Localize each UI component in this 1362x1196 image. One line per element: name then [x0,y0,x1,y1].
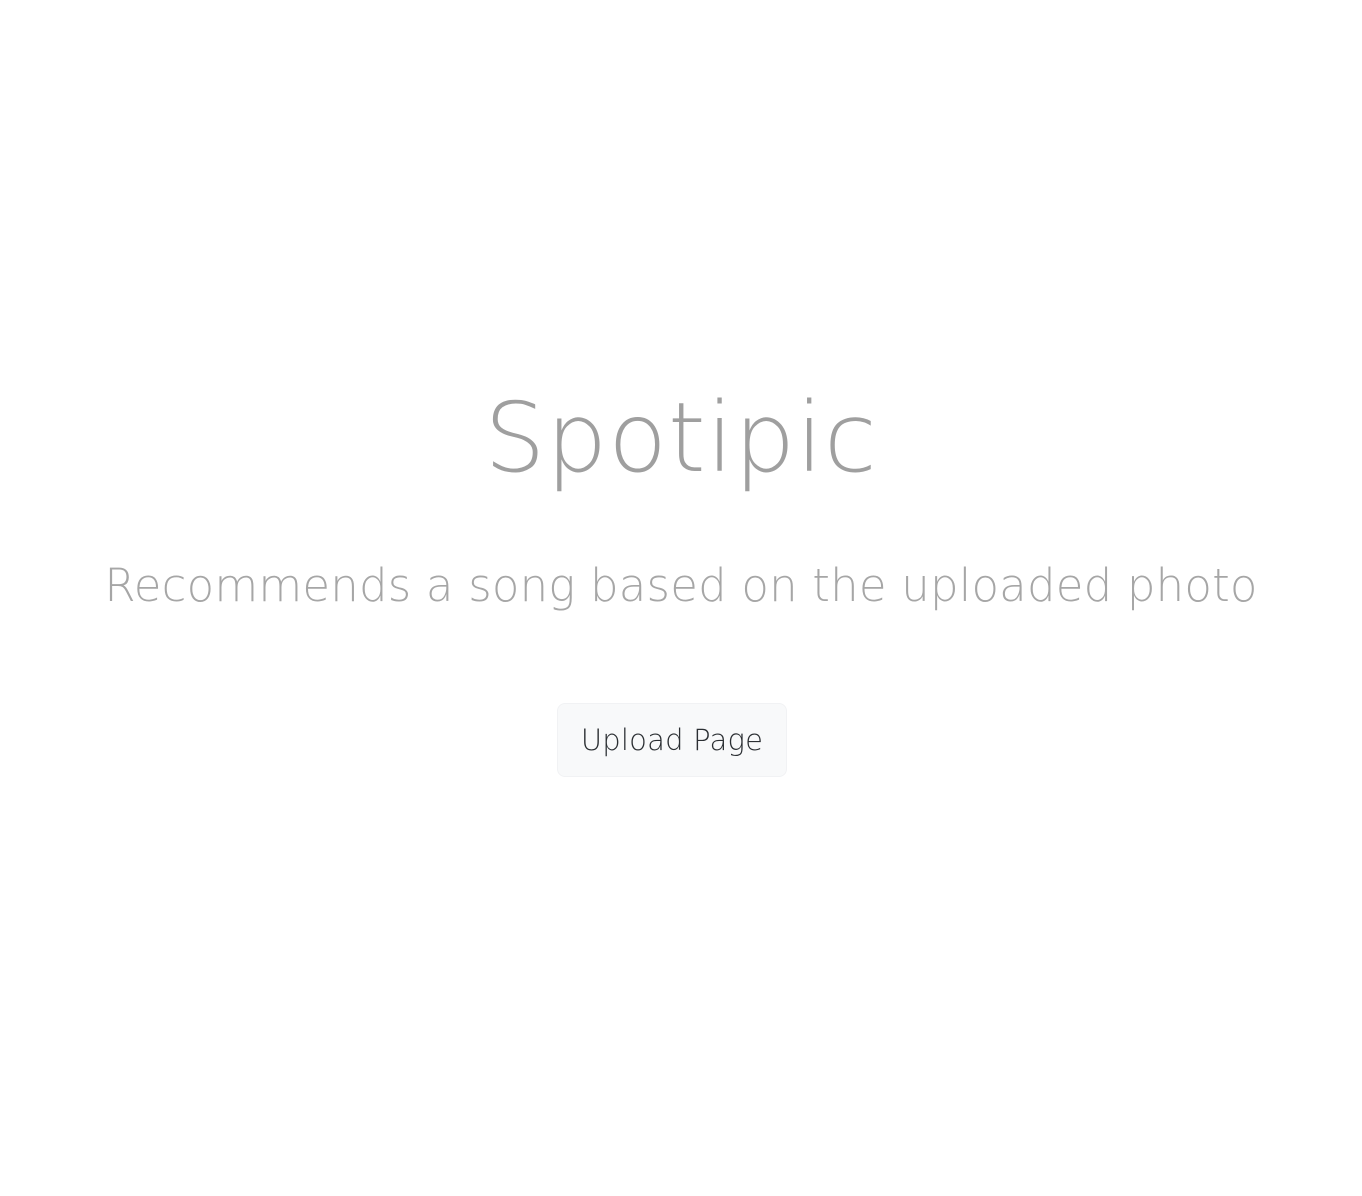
page-subtitle: Recommends a song based on the uploaded … [104,559,1258,612]
page-title: Spotipic [484,382,878,494]
hero-section: Spotipic Recommends a song based on the … [0,0,1362,1196]
upload-page-button[interactable]: Upload Page [557,703,787,777]
